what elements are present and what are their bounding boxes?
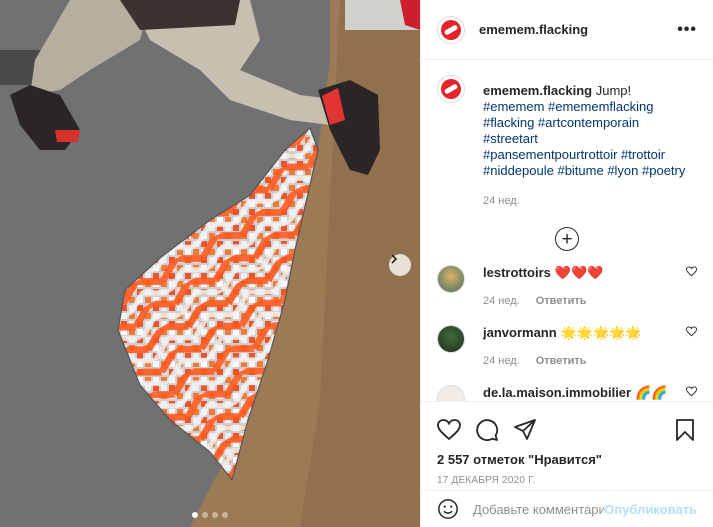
caption-time[interactable]: 24 нед. [483, 193, 520, 209]
carousel-dot [222, 512, 228, 518]
comment-time[interactable]: 24 нед. [483, 293, 520, 309]
comment-item: lestrottoirs ❤️❤️❤️ 24 нед. Ответить [437, 265, 698, 309]
post-caption: ememem.flacking Jump! #ememem #emememfla… [437, 75, 697, 209]
publish-button[interactable]: Опубликовать [604, 502, 697, 517]
post-panel: ememem.flacking ••• ememem.flacking Jump… [420, 0, 713, 527]
caption-username[interactable]: ememem.flacking [483, 83, 592, 98]
post-photo[interactable] [0, 0, 420, 527]
avatar[interactable] [437, 75, 465, 103]
comment-meta: 24 нед. Ответить [483, 293, 697, 309]
brand-logo-icon [441, 19, 461, 40]
comment-username[interactable]: lestrottoirs [483, 265, 551, 281]
comment-time[interactable]: 24 нед. [483, 353, 520, 369]
caption-text: Jump! [595, 83, 632, 98]
hashtags[interactable]: #niddepoule #bitume #lyon #poetry [483, 163, 697, 179]
comment-like-button[interactable] [685, 385, 698, 400]
post-actions: 2 557 отметок "Нравится" 17 ДЕКАБРЯ 2020… [421, 401, 713, 486]
comment-text: 🌟🌟🌟🌟🌟 [560, 325, 642, 340]
load-more-comments[interactable]: + [437, 227, 697, 251]
comment-text: 🌈🌈 [635, 385, 668, 400]
plus-circle-icon[interactable]: + [555, 227, 579, 251]
avatar[interactable] [437, 325, 465, 353]
comment-input[interactable] [473, 501, 605, 517]
comment-icon [476, 419, 499, 442]
carousel-dot [202, 512, 208, 518]
avatar[interactable] [437, 15, 465, 44]
carousel-dot [192, 512, 198, 518]
street-photo-image [0, 0, 420, 527]
comment-username[interactable]: janvormann [483, 325, 557, 341]
author-username[interactable]: ememem.flacking [479, 22, 677, 37]
caption-meta: 24 нед. [483, 193, 697, 209]
hashtags[interactable]: #flacking #artcontemporain #streetart [483, 115, 697, 147]
bookmark-icon [676, 419, 694, 441]
share-icon [514, 419, 536, 440]
reply-button[interactable]: Ответить [536, 353, 587, 369]
comment-item: janvormann 🌟🌟🌟🌟🌟 24 нед. Ответить [437, 325, 698, 369]
action-bar [437, 410, 697, 450]
post-header: ememem.flacking ••• [421, 0, 713, 60]
save-button[interactable] [673, 418, 697, 442]
like-button[interactable] [437, 418, 461, 442]
heart-icon [437, 419, 461, 441]
comment-text: ❤️❤️❤️ [554, 265, 604, 280]
comment-button[interactable] [475, 418, 499, 442]
comments-list[interactable]: ememem.flacking Jump! #ememem #emememfla… [421, 61, 713, 401]
add-comment-bar: Опубликовать [421, 490, 713, 527]
smile-icon[interactable] [437, 498, 459, 520]
next-slide-button[interactable] [389, 254, 411, 276]
comment-meta: 24 нед. Ответить [483, 353, 697, 369]
heart-icon [685, 266, 698, 277]
comment-item: de.la.maison.immobilier 🌈🌈 [437, 385, 698, 401]
likes-count[interactable]: 2 557 отметок "Нравится" [437, 452, 697, 467]
comment-like-button[interactable] [685, 325, 698, 340]
hashtags[interactable]: #ememem #emememflacking [483, 99, 697, 115]
share-button[interactable] [513, 418, 537, 442]
more-options-button[interactable]: ••• [677, 21, 697, 39]
carousel-indicator [0, 512, 420, 518]
comment-like-button[interactable] [685, 265, 698, 280]
avatar[interactable] [437, 385, 465, 401]
chevron-right-icon [391, 254, 398, 264]
brand-logo-icon [441, 79, 461, 99]
heart-icon [685, 386, 698, 397]
comment-username[interactable]: de.la.maison.immobilier [483, 385, 631, 401]
avatar[interactable] [437, 265, 465, 293]
heart-icon [685, 326, 698, 337]
carousel-dot [212, 512, 218, 518]
post-date[interactable]: 17 ДЕКАБРЯ 2020 Г. [437, 475, 697, 486]
hashtags[interactable]: #pansementpourtrottoir #trottoir [483, 147, 697, 163]
reply-button[interactable]: Ответить [536, 293, 587, 309]
